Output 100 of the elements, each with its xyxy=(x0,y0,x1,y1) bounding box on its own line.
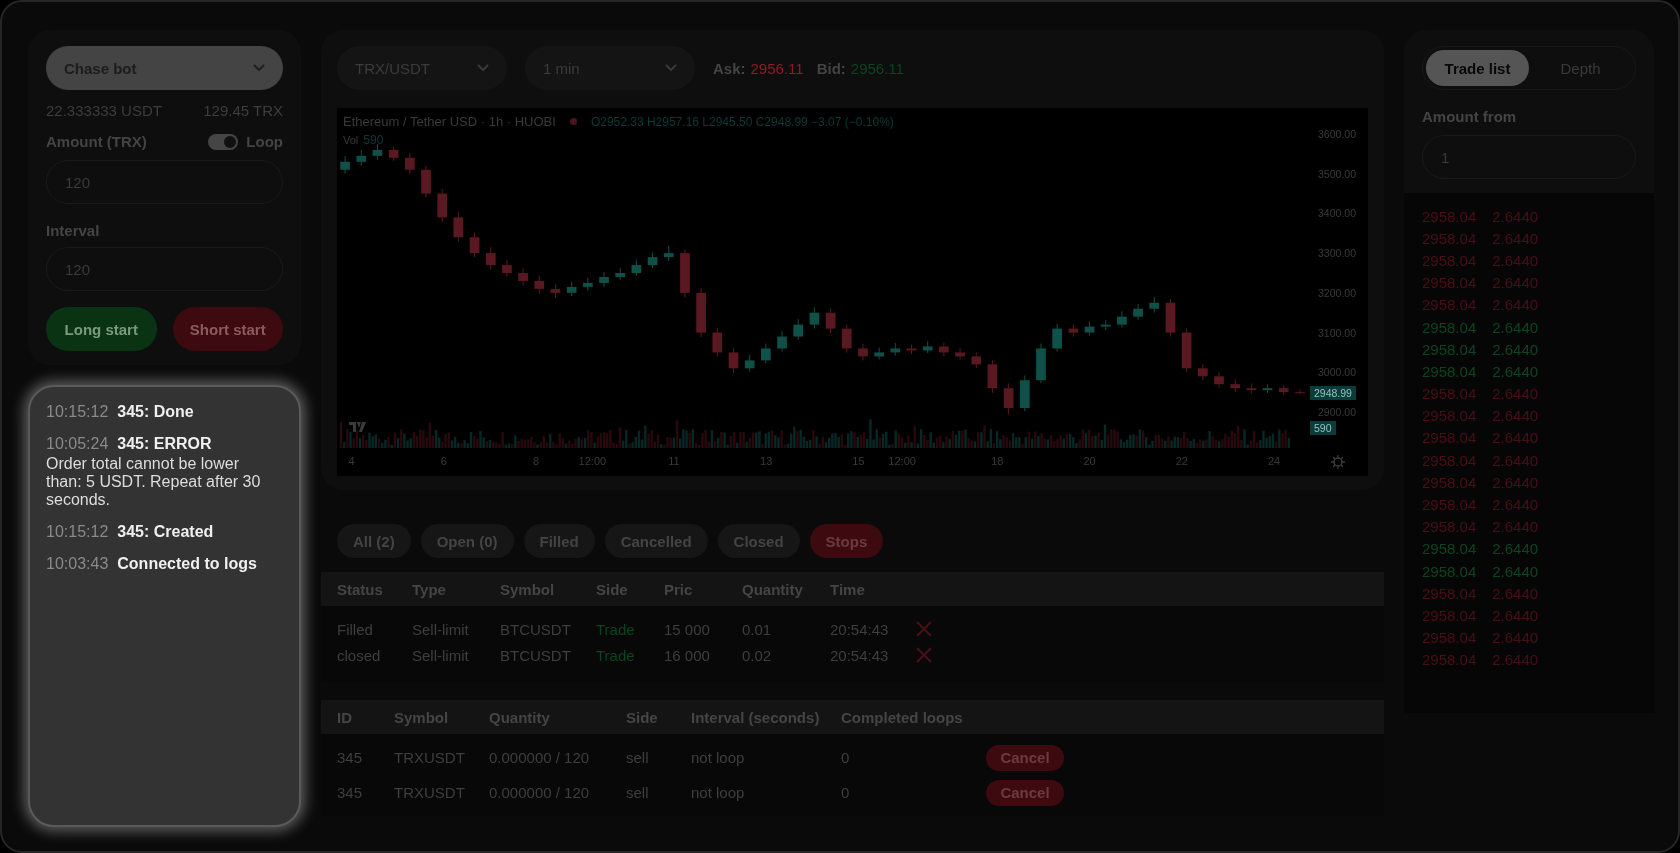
trade-price: 2958.04 xyxy=(1422,407,1477,425)
ohlc-values: O2952.33 H2957.16 L2945.50 C2948.99 −3.07 (−0.10%) xyxy=(590,114,894,129)
trade-amount: 2.6440 xyxy=(1492,651,1539,669)
chevron-down-icon xyxy=(253,64,265,72)
candle xyxy=(388,146,399,162)
trade-price: 2958.04 xyxy=(1422,518,1477,536)
candle xyxy=(841,324,852,353)
candle xyxy=(793,318,804,341)
trade-amount: 2.6440 xyxy=(1492,584,1539,602)
candle xyxy=(680,248,690,299)
chevron-down-icon xyxy=(477,64,489,72)
trade-price: 2958.04 xyxy=(1422,296,1477,314)
candle xyxy=(1100,319,1111,331)
trade-price: 2958.04 xyxy=(1422,318,1477,336)
trade-price: 2958.04 xyxy=(1422,340,1477,358)
candle xyxy=(599,271,609,288)
trade-price: 2958.04 xyxy=(1422,473,1477,491)
candle xyxy=(809,306,820,330)
candle xyxy=(858,343,868,361)
y-axis-label: 3200.00 xyxy=(1318,286,1356,299)
candle xyxy=(955,347,965,361)
status-dot-icon xyxy=(569,118,577,125)
trade-price: 2958.04 xyxy=(1422,629,1477,647)
candle xyxy=(761,343,771,365)
candle xyxy=(906,344,917,355)
trade-price: 2958.04 xyxy=(1422,451,1477,469)
table-cell-text: Trade xyxy=(596,646,636,664)
trade-amount: 2.6440 xyxy=(1492,318,1539,336)
view-tab[interactable]: Trade list xyxy=(1426,50,1529,86)
candle xyxy=(939,342,949,357)
trade-amount: 2.6440 xyxy=(1492,451,1539,469)
candle xyxy=(615,267,626,281)
candle xyxy=(1149,296,1160,314)
log-title: 345: ERROR xyxy=(117,435,212,453)
loop-toggle[interactable] xyxy=(208,133,239,150)
x-axis-label: 4 xyxy=(348,455,355,467)
candle xyxy=(1003,382,1014,415)
candle xyxy=(1230,378,1241,393)
trade-price: 2958.04 xyxy=(1422,606,1477,624)
trade-amount: 2.6440 xyxy=(1492,251,1539,269)
candle xyxy=(1246,382,1257,395)
log-time: 10:05:24 xyxy=(46,435,109,453)
chevron-down-icon xyxy=(665,64,677,72)
trade-amount: 2.6440 xyxy=(1492,562,1539,580)
trade-amount: 2.6440 xyxy=(1492,207,1539,225)
trade-price: 2958.04 xyxy=(1422,584,1477,602)
candle xyxy=(421,165,431,199)
trade-amount: 2.6440 xyxy=(1492,340,1539,358)
log-title: 345: Created xyxy=(117,523,214,541)
trade-price: 2958.04 xyxy=(1422,229,1477,247)
volume-value: 590 xyxy=(363,133,384,147)
candle xyxy=(340,155,350,175)
candle xyxy=(987,359,998,394)
volume-label: Vol xyxy=(343,134,359,146)
y-axis-label: 3000.00 xyxy=(1318,366,1356,379)
candle xyxy=(1133,303,1143,321)
candle xyxy=(1197,363,1208,381)
trade-price: 2958.04 xyxy=(1422,429,1477,447)
candle xyxy=(696,287,706,338)
candle xyxy=(437,188,448,223)
x-axis-label: 18 xyxy=(991,455,1004,467)
candle xyxy=(728,347,739,374)
trade-amount: 2.6440 xyxy=(1492,407,1539,425)
candle xyxy=(566,281,577,297)
y-axis-label: 3500.00 xyxy=(1318,167,1356,180)
ask-price: 2956.11 xyxy=(750,59,804,77)
candle xyxy=(550,283,561,299)
long-start-button[interactable]: Long start xyxy=(46,307,157,351)
volume-tag: 590 xyxy=(1310,420,1336,435)
trade-amount: 2.6440 xyxy=(1492,429,1539,447)
x-axis-label: 24 xyxy=(1267,455,1281,467)
candle xyxy=(744,354,755,372)
trade-amount: 2.6440 xyxy=(1492,229,1539,247)
candle xyxy=(1278,384,1289,396)
candle xyxy=(712,327,723,357)
candle xyxy=(502,259,512,278)
candle xyxy=(1181,328,1192,373)
chart-logo-icon xyxy=(349,422,367,432)
y-axis-label: 3300.00 xyxy=(1318,247,1356,260)
y-axis-label: 2900.00 xyxy=(1318,406,1356,418)
close-icon[interactable] xyxy=(916,647,932,663)
x-axis-label: 15 xyxy=(852,455,865,467)
candle xyxy=(631,259,642,277)
candle xyxy=(583,277,593,292)
y-axis-label: 3400.00 xyxy=(1318,207,1356,220)
close-icon[interactable] xyxy=(916,621,932,637)
candle xyxy=(1165,298,1176,338)
candle xyxy=(404,152,415,175)
candle xyxy=(1262,383,1273,394)
trade-amount: 2.6440 xyxy=(1492,473,1539,491)
candle xyxy=(890,342,901,357)
trade-amount: 2.6440 xyxy=(1492,629,1539,647)
candle xyxy=(469,232,480,258)
trade-amount: 2.6440 xyxy=(1492,606,1539,624)
candle xyxy=(874,347,884,361)
short-start-button[interactable]: Short start xyxy=(172,307,283,351)
settings-icon[interactable] xyxy=(1331,455,1345,469)
log-message: Order total cannot be lower than: 5 USDT. Repeat after 30 seconds. xyxy=(46,455,262,509)
trade-price: 2958.04 xyxy=(1422,562,1477,580)
log-time: 10:15:12 xyxy=(46,523,109,541)
